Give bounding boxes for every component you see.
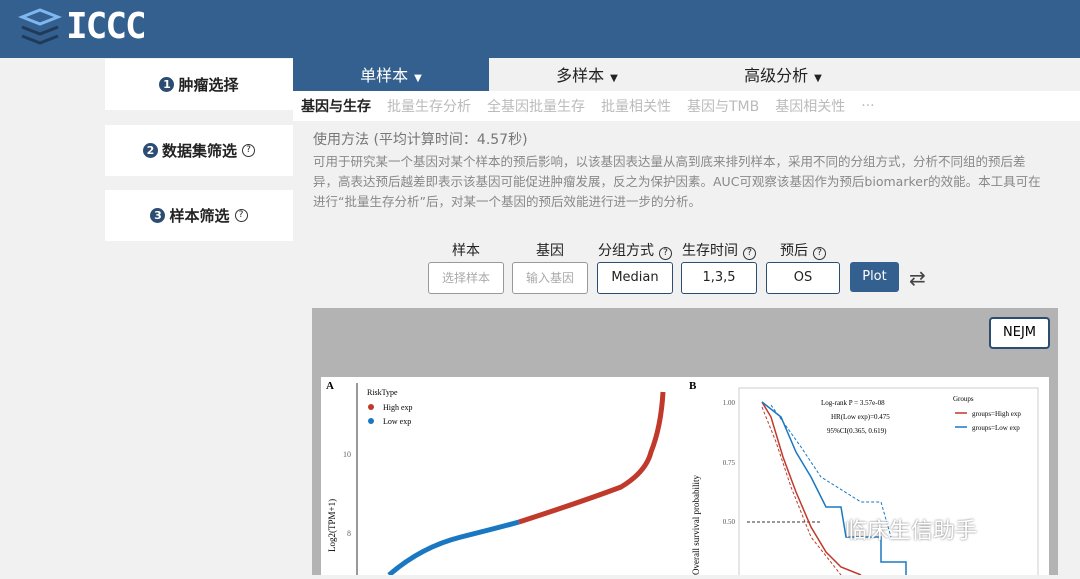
ci-text: 95%CI(0.365, 0.619) [827, 427, 887, 435]
sub-tabs: 基因与生存 批量生存分析 全基因批量生存 批量相关性 基因与TMB 基因相关性 … [293, 91, 1080, 121]
logo[interactable]: ICCC [18, 6, 147, 47]
sidebar-item-sample[interactable]: 3 样本筛选? [105, 190, 293, 241]
group-method-select[interactable]: Median [597, 262, 673, 294]
y-axis-label-b: Overall survival probability [691, 475, 701, 575]
subtab-gene-tmb[interactable]: 基因与TMB [687, 96, 759, 116]
help-icon[interactable]: ? [242, 144, 255, 157]
step-number: 3 [150, 208, 166, 223]
help-icon[interactable]: ? [659, 247, 672, 260]
usage-text: 可用于研究某一个基因对某个样本的预后影响，以该基因表达量从高到底来排列样本，采用… [313, 154, 1041, 209]
legend-title: RiskType [367, 388, 398, 397]
top-bar: ICCC [0, 0, 1080, 58]
subtab-batch-survival[interactable]: 批量生存分析 [387, 96, 471, 116]
step-number: 1 [159, 77, 175, 92]
help-icon[interactable]: ? [813, 247, 826, 260]
tab-single-sample[interactable]: 单样本 ▼ [293, 58, 489, 91]
tab-label: 高级分析 [744, 66, 809, 85]
y-tick-100: 1.00 [723, 399, 736, 407]
gene-label: 基因 [536, 243, 564, 259]
y-tick-10: 10 [343, 450, 351, 459]
legend-low-dot [368, 418, 374, 424]
label-text: 生存时间 [682, 243, 738, 259]
main-tabs: 单样本 ▼ 多样本 ▼ 高级分析 ▼ [293, 58, 1080, 91]
legend-high: High exp [383, 403, 413, 412]
groups-title: Groups [953, 395, 974, 403]
layers-icon [18, 7, 62, 45]
caret-down-icon: ▼ [814, 73, 822, 84]
watermark: 临床生信助手 [845, 519, 978, 544]
logrank-text: Log-rank P = 3.57e-08 [821, 399, 885, 407]
sidebar-label: 样本筛选 [169, 207, 230, 225]
tab-advanced[interactable]: 高级分析 ▼ [685, 58, 881, 91]
low-exp-curve [387, 519, 520, 577]
gene-input[interactable]: 输入基因 [512, 262, 588, 294]
legend-group-high: groups=High exp [972, 410, 1021, 418]
sidebar-item-dataset[interactable]: 2 数据集筛选? [105, 125, 293, 176]
result-figure: A RiskType High exp Low exp 10 8 Log2(TP… [321, 377, 1049, 579]
sample-select[interactable]: 选择样本 [428, 262, 504, 294]
nejm-button[interactable]: NEJM [989, 317, 1050, 349]
panel-b-label: B [689, 380, 697, 392]
y-tick-050: 0.50 [723, 518, 736, 526]
subtab-gene-correlation[interactable]: 基因相关性 [775, 96, 845, 116]
y-tick-075: 0.75 [723, 459, 736, 467]
plot-button[interactable]: Plot [850, 262, 899, 292]
subtab-more[interactable]: ··· [861, 98, 874, 114]
prognosis-label: 预后? [766, 240, 840, 260]
subtab-gene-survival[interactable]: 基因与生存 [301, 96, 371, 116]
prognosis-select[interactable]: OS [766, 262, 840, 294]
subtab-batch-correlation[interactable]: 批量相关性 [601, 96, 671, 116]
label-text: 分组方式 [598, 243, 654, 259]
label-text: 预后 [780, 243, 808, 259]
sidebar-label: 肿瘤选择 [178, 76, 239, 94]
step-number: 2 [142, 143, 158, 158]
hr-text: HR(Low exp)=0.475 [831, 413, 890, 421]
caret-down-icon: ▼ [414, 73, 422, 84]
high-exp-curve [518, 391, 666, 525]
subtab-genome-batch-survival[interactable]: 全基因批量生存 [487, 96, 585, 116]
panel-a-label: A [326, 380, 334, 392]
y-tick-8: 8 [347, 529, 351, 538]
help-icon[interactable]: ? [743, 247, 756, 260]
caret-down-icon: ▼ [610, 73, 618, 84]
brand-name: ICCC [66, 6, 147, 47]
usage-title: 使用方法 (平均计算时间：4.57秒) [313, 132, 528, 148]
tab-multi-sample[interactable]: 多样本 ▼ [489, 58, 685, 91]
y-axis-label-a: Log2(TPM+1) [327, 499, 337, 552]
help-icon[interactable]: ? [234, 209, 248, 222]
sidebar-item-tumor[interactable]: 1 肿瘤选择 [105, 59, 293, 110]
legend-high-dot [368, 404, 374, 410]
sample-label: 样本 [452, 243, 480, 259]
legend-group-low: groups=Low exp [972, 424, 1020, 432]
figure-svg: A RiskType High exp Low exp 10 8 Log2(TP… [326, 380, 1039, 579]
survival-time-input[interactable]: 1,3,5 [681, 262, 757, 294]
legend-low: Low exp [383, 417, 411, 426]
tab-label: 多样本 [556, 66, 605, 85]
tab-label: 单样本 [360, 66, 409, 85]
group-label: 分组方式? [597, 240, 673, 260]
sidebar-label: 数据集筛选 [161, 142, 237, 160]
time-label: 生存时间? [681, 240, 757, 260]
refresh-icon[interactable]: ⇄ [909, 266, 926, 290]
